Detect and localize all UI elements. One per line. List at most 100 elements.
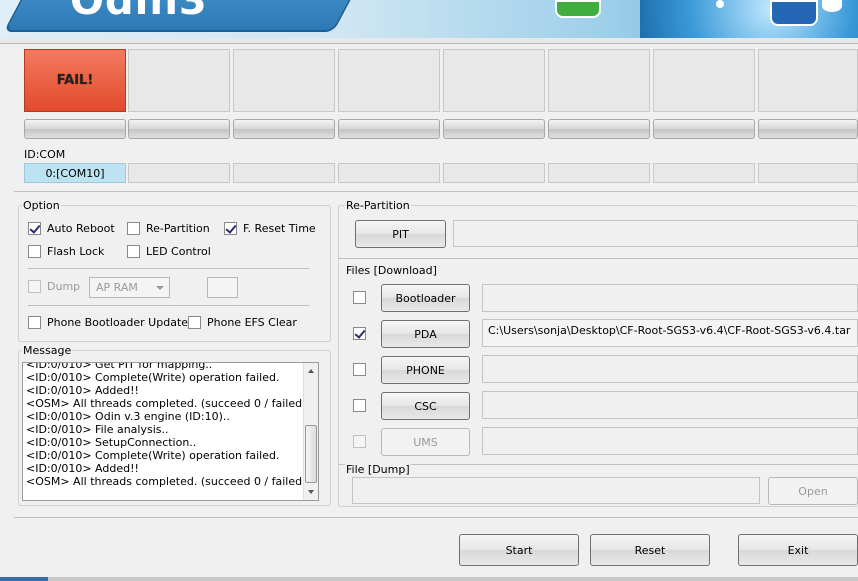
chevron-down-icon [156, 286, 164, 290]
message-log[interactable]: <ID:0/010> Get PIT for mapping.. <ID:0/0… [22, 362, 319, 501]
exit-button[interactable]: Exit [738, 534, 858, 566]
checkbox-box[interactable] [188, 316, 201, 329]
re-partition-checkbox[interactable]: Re-Partition [127, 222, 210, 235]
status-fail-label: FAIL! [56, 73, 94, 88]
divider [28, 305, 310, 306]
progress-bar-4 [443, 119, 545, 139]
divider [338, 464, 858, 465]
progress-bar-7 [758, 119, 858, 139]
taskbar-start-strip [0, 577, 48, 581]
csc-path-field[interactable] [482, 391, 858, 419]
divider [28, 268, 310, 269]
ums-button[interactable]: UMS [381, 428, 470, 456]
phone-efs-clear-checkbox[interactable]: Phone EFS Clear [188, 316, 297, 329]
pit-path-field[interactable] [453, 220, 858, 247]
status-slot-5 [548, 49, 650, 112]
scroll-up-arrow-icon[interactable] [308, 369, 314, 373]
message-line: <ID:0/010> Complete(Write) operation fai… [26, 371, 280, 384]
open-button[interactable]: Open [768, 477, 858, 505]
com-port-2 [233, 163, 335, 183]
pda-path-field[interactable]: C:\Users\sonja\Desktop\CF-Root-SGS3-v6.4… [482, 319, 858, 347]
blue-speech-bubble-icon [770, 0, 818, 26]
checkbox-box[interactable] [28, 222, 41, 235]
progress-bar-2 [233, 119, 335, 139]
file-dump-title: File [Dump] [345, 463, 411, 476]
checkbox-box[interactable] [127, 222, 140, 235]
files-download-title: Files [Download] [345, 264, 438, 277]
f-reset-time-checkbox[interactable]: F. Reset Time [224, 222, 316, 235]
status-slot-6 [653, 49, 755, 112]
dump-path-field[interactable] [352, 477, 760, 504]
ums-path-field[interactable] [482, 427, 858, 455]
message-line: <ID:0/010> Complete(Write) operation fai… [26, 449, 280, 462]
message-scrollbar[interactable] [303, 363, 318, 500]
status-slot-2 [233, 49, 335, 112]
dump-label: Dump [47, 280, 81, 293]
bootloader-path-field[interactable] [482, 284, 858, 312]
com-port-7 [758, 163, 858, 183]
progress-bar-0 [24, 119, 126, 139]
divider [338, 258, 858, 259]
auto-reboot-label: Auto Reboot [47, 222, 115, 235]
progress-bar-3 [338, 119, 440, 139]
message-line: <OSM> All threads completed. (succeed 0 … [26, 397, 317, 410]
status-slot-1 [128, 49, 230, 112]
status-slot-7 [758, 49, 858, 112]
divider [14, 191, 858, 192]
scroll-down-arrow-icon[interactable] [308, 490, 314, 494]
checkbox-box[interactable] [28, 245, 41, 258]
pda-checkbox[interactable] [353, 327, 366, 340]
id-com-label: ID:COM [24, 148, 66, 161]
dump-type-value: AP RAM [96, 281, 138, 294]
com-port-1 [128, 163, 230, 183]
checkbox-box[interactable] [224, 222, 237, 235]
message-line: <ID:0/010> Get PIT for mapping.. [26, 362, 213, 371]
phone-bootloader-update-label: Phone Bootloader Update [47, 316, 189, 329]
phone-path-field[interactable] [482, 355, 858, 383]
status-slot-4 [443, 49, 545, 112]
com-port-3 [338, 163, 440, 183]
com-port-5 [548, 163, 650, 183]
bootloader-button[interactable]: Bootloader [381, 284, 470, 312]
dump-extra-field[interactable] [207, 277, 238, 298]
com-port-4 [443, 163, 545, 183]
flash-lock-checkbox[interactable]: Flash Lock [28, 245, 104, 258]
message-line: <ID:0/010> File analysis.. [26, 423, 169, 436]
taskbar-strip [0, 577, 858, 581]
pit-button[interactable]: PIT [355, 220, 446, 248]
header-banner: Odin3 [0, 0, 858, 38]
phone-bootloader-update-checkbox[interactable]: Phone Bootloader Update [28, 316, 188, 329]
progress-bar-5 [548, 119, 650, 139]
bootloader-checkbox[interactable] [353, 291, 366, 304]
start-button[interactable]: Start [459, 534, 579, 566]
csc-button[interactable]: CSC [381, 392, 470, 420]
checkbox-box[interactable] [28, 316, 41, 329]
app-logo: Odin3 [70, 0, 208, 24]
checkbox-box[interactable] [28, 280, 41, 293]
com-port-0: 0:[COM10] [24, 163, 126, 183]
pda-button[interactable]: PDA [381, 320, 470, 348]
banner-divider [0, 38, 858, 44]
f-reset-time-label: F. Reset Time [243, 222, 316, 235]
auto-reboot-checkbox[interactable]: Auto Reboot [28, 222, 115, 235]
message-lines: <ID:0/010> Get PIT for mapping.. <ID:0/0… [26, 362, 317, 488]
com-port-6 [653, 163, 755, 183]
csc-checkbox[interactable] [353, 399, 366, 412]
repartition-title: Re-Partition [345, 199, 411, 212]
scroll-thumb[interactable] [305, 425, 317, 483]
message-line: <ID:0/010> Added!! [26, 384, 139, 397]
message-line: <OSM> All threads completed. (succeed 0 … [26, 475, 317, 488]
dump-checkbox[interactable]: Dump [28, 280, 80, 293]
led-control-checkbox[interactable]: LED Control [127, 245, 211, 258]
led-control-label: LED Control [146, 245, 211, 258]
flash-lock-label: Flash Lock [47, 245, 105, 258]
phone-button[interactable]: PHONE [381, 356, 470, 384]
ums-checkbox[interactable] [353, 435, 366, 448]
phone-efs-clear-label: Phone EFS Clear [207, 316, 297, 329]
checkbox-box[interactable] [127, 245, 140, 258]
divider [14, 517, 858, 518]
phone-checkbox[interactable] [353, 363, 366, 376]
dump-type-select[interactable]: AP RAM [89, 277, 170, 298]
progress-bar-1 [128, 119, 230, 139]
reset-button[interactable]: Reset [590, 534, 710, 566]
